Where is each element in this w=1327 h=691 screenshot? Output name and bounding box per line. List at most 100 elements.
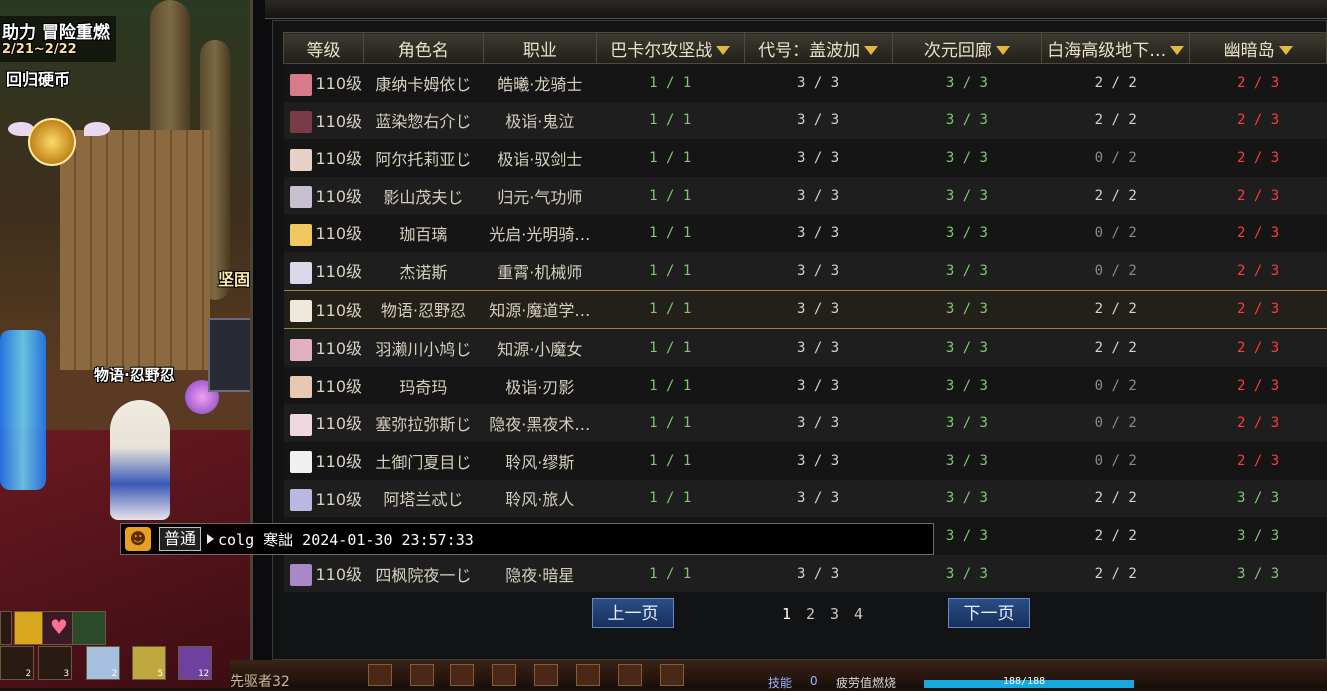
dropdown-arrow-icon[interactable] bbox=[864, 46, 879, 55]
heart-skill-icon[interactable]: ♥ bbox=[42, 611, 76, 645]
hotkey-slot[interactable] bbox=[534, 664, 558, 686]
skill-slot[interactable]: 12 bbox=[178, 646, 212, 680]
table-row[interactable]: 110级 阿尔托莉亚じ 极诣·驭剑士 1 / 13 / 33 / 30 / 22 / … bbox=[283, 139, 1327, 177]
character-name-cell: 阿塔兰忒じ bbox=[363, 479, 484, 518]
character-name-cell: 阿尔托莉亚じ bbox=[363, 139, 484, 177]
dropdown-arrow-icon[interactable] bbox=[995, 46, 1010, 55]
level-cell: 110级 bbox=[283, 63, 364, 102]
table-row[interactable]: 110级 影山茂夫じ 归元·气功师 1 / 13 / 33 / 32 / 22 / 3 bbox=[283, 176, 1327, 215]
class-cell: 知源·小魔女 bbox=[483, 328, 597, 367]
character-table: 等级 角色名 职业 巴卡尔攻坚战 代号：盖波加 次元回廊 白海高级地下… 幽暗岛 110级 康纳… bbox=[283, 32, 1327, 593]
dungeon-progress-cell: 2 / 3 bbox=[1189, 251, 1327, 291]
dungeon-progress-cell: 2 / 3 bbox=[1189, 328, 1327, 367]
character-name-cell: 四枫院夜一じ bbox=[363, 554, 484, 593]
dungeon-progress-cell: 3 / 3 bbox=[744, 404, 893, 442]
chat-text-input[interactable]: colg 寒詘 2024-01-30 23:57:33 bbox=[218, 529, 474, 550]
dungeon-progress-cell: 3 / 3 bbox=[744, 214, 893, 252]
dungeon-progress-cell: 3 / 3 bbox=[744, 101, 893, 140]
character-avatar-icon bbox=[289, 223, 312, 246]
level-cell: 110级 bbox=[283, 366, 364, 405]
column-header-label: 角色名 bbox=[397, 40, 449, 61]
portal[interactable] bbox=[0, 330, 46, 490]
page-number[interactable]: 3 bbox=[830, 605, 839, 623]
prev-page-button[interactable]: 上一页 bbox=[592, 598, 674, 628]
table-body: 110级 康纳卡姆依じ 皓曦·龙骑士 1 / 13 / 33 / 32 / 22 / … bbox=[283, 63, 1327, 593]
table-row[interactable]: 110级 康纳卡姆依じ 皓曦·龙骑士 1 / 13 / 33 / 32 / 22 / … bbox=[283, 63, 1327, 102]
chat-channel-selector[interactable]: 普通 bbox=[159, 527, 202, 551]
dungeon-progress-cell: 0 / 2 bbox=[1041, 214, 1190, 252]
wing-icon bbox=[84, 122, 110, 136]
dungeon-progress-cell: 0 / 2 bbox=[1041, 251, 1190, 291]
dropdown-arrow-icon[interactable] bbox=[1278, 46, 1293, 55]
level-cell: 110级 bbox=[283, 479, 364, 518]
dungeon-progress-cell: 2 / 3 bbox=[1189, 404, 1327, 442]
table-row[interactable]: 110级 四枫院夜一じ 隐夜·暗星 1 / 13 / 33 / 32 / 23 / 3 bbox=[283, 554, 1327, 593]
skill-slot[interactable]: 2 bbox=[86, 646, 120, 680]
character-avatar-icon bbox=[289, 376, 312, 399]
column-header[interactable]: 代号：盖波加 bbox=[743, 32, 893, 64]
return-coin-icon[interactable] bbox=[28, 118, 76, 166]
dungeon-progress-cell: 3 / 3 bbox=[744, 366, 893, 405]
dungeon-progress-cell: 1 / 1 bbox=[596, 214, 745, 252]
character-avatar-icon bbox=[289, 148, 312, 171]
dropdown-arrow-icon[interactable] bbox=[716, 46, 731, 55]
level-text: 110级 bbox=[315, 489, 363, 509]
table-row[interactable]: 110级 杰诺斯 重霄·机械师 1 / 13 / 33 / 30 / 22 / 3 bbox=[283, 251, 1327, 291]
dropdown-arrow-icon[interactable] bbox=[1170, 46, 1185, 55]
dungeon-progress-cell: 3 / 3 bbox=[892, 366, 1042, 405]
hotkey-slot[interactable] bbox=[618, 664, 642, 686]
npc-machine[interactable] bbox=[208, 318, 252, 392]
column-header[interactable]: 幽暗岛 bbox=[1189, 32, 1327, 64]
character-name-cell: 玛奇玛 bbox=[363, 366, 484, 405]
table-row[interactable]: 110级 物语·忍野忍 知源·魔道学… 1 / 13 / 33 / 32 / 22 /… bbox=[283, 289, 1327, 330]
potion-slot[interactable]: 2 bbox=[0, 646, 34, 680]
level-cell: 110级 bbox=[283, 404, 364, 442]
table-row[interactable]: 110级 蓝染惣右介じ 极诣·鬼泣 1 / 13 / 33 / 32 / 22 / 3 bbox=[283, 101, 1327, 140]
hotkey-slot[interactable] bbox=[450, 664, 474, 686]
table-row[interactable]: 110级 玛奇玛 极诣·刃影 1 / 13 / 33 / 30 / 22 / 3 bbox=[283, 366, 1327, 405]
skill-slot[interactable]: 5 bbox=[132, 646, 166, 680]
next-page-button[interactable]: 下一页 bbox=[948, 598, 1030, 628]
level-text: 110级 bbox=[315, 224, 363, 244]
hotkey-slot[interactable] bbox=[368, 664, 392, 686]
dungeon-progress-cell: 2 / 3 bbox=[1189, 441, 1327, 480]
table-row[interactable]: 110级 土御门夏目じ 聆风·缪斯 1 / 13 / 33 / 30 / 22 / 3 bbox=[283, 441, 1327, 480]
skill-slot[interactable] bbox=[0, 611, 12, 645]
potion-slot[interactable]: 3 bbox=[38, 646, 72, 680]
emoji-icon[interactable]: ☻ bbox=[125, 527, 151, 551]
skill-label[interactable]: 技能 bbox=[768, 674, 792, 691]
column-header[interactable]: 白海高级地下… bbox=[1041, 32, 1191, 64]
hotkey-slot[interactable] bbox=[492, 664, 516, 686]
page-number[interactable]: 4 bbox=[854, 605, 863, 623]
character-avatar-icon bbox=[289, 261, 312, 284]
dungeon-progress-cell: 2 / 3 bbox=[1189, 63, 1327, 102]
level-cell: 110级 bbox=[283, 441, 364, 480]
dungeon-progress-cell: 2 / 2 bbox=[1041, 101, 1190, 140]
table-row[interactable]: 110级 珈百璃 光启·光明骑… 1 / 13 / 33 / 30 / 22 / 3 bbox=[283, 214, 1327, 252]
hotkey-slot[interactable] bbox=[660, 664, 684, 686]
hotkey-slot[interactable] bbox=[576, 664, 600, 686]
skill-slot[interactable] bbox=[72, 611, 106, 645]
table-row[interactable]: 110级 阿塔兰忒じ 聆风·旅人 1 / 13 / 33 / 32 / 23 / 3 bbox=[283, 479, 1327, 518]
slot-count: 3 bbox=[63, 669, 69, 679]
character-avatar-icon bbox=[289, 111, 312, 134]
column-header[interactable]: 巴卡尔攻坚战 bbox=[595, 32, 745, 64]
hotkey-slot[interactable] bbox=[410, 664, 434, 686]
dungeon-progress-cell: 1 / 1 bbox=[596, 139, 745, 177]
page-number[interactable]: 1 bbox=[782, 605, 791, 623]
class-cell: 极诣·刃影 bbox=[483, 366, 597, 405]
dungeon-progress-cell: 3 / 3 bbox=[744, 328, 893, 367]
level-text: 110级 bbox=[315, 451, 363, 471]
table-row[interactable]: 110级 羽濑川小鸠じ 知源·小魔女 1 / 13 / 33 / 32 / 22 / … bbox=[283, 328, 1327, 367]
table-row[interactable]: 110级 塞弥拉弥斯じ 隐夜·黑夜术… 1 / 13 / 33 / 30 / 22 /… bbox=[283, 404, 1327, 442]
page-number[interactable]: 2 bbox=[806, 605, 815, 623]
character-avatar-icon bbox=[289, 413, 312, 436]
character-name-cell: 土御门夏目じ bbox=[363, 441, 484, 480]
level-text: 110级 bbox=[315, 186, 363, 206]
column-header[interactable]: 次元回廊 bbox=[891, 32, 1043, 64]
chat-input-bar[interactable]: ☻ 普通 colg 寒詘 2024-01-30 23:57:33 bbox=[120, 523, 934, 555]
event-title[interactable]: 助力 冒险重燃 bbox=[2, 18, 110, 43]
fatigue-value: 188/188 bbox=[1003, 676, 1046, 687]
dungeon-progress-cell: 2 / 2 bbox=[1041, 517, 1190, 555]
class-cell: 极诣·驭剑士 bbox=[483, 139, 597, 177]
